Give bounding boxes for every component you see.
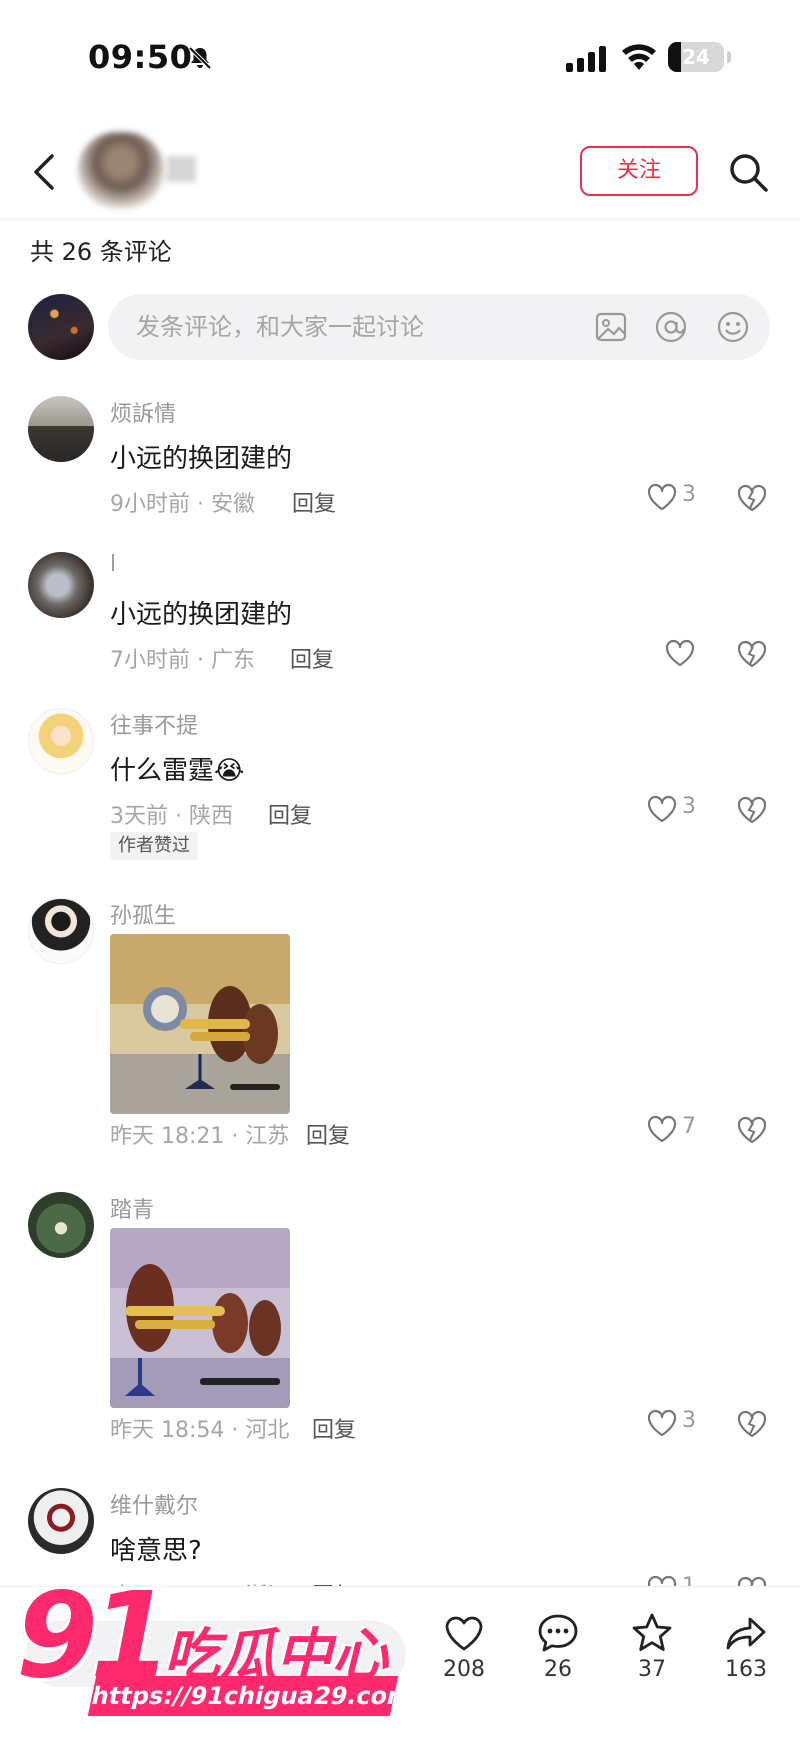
like-count: 3 (682, 794, 696, 819)
comment-bubble-icon (538, 1614, 578, 1652)
comment-text: 什么雷霆😭 (110, 756, 245, 786)
top-nav: 关注 (0, 120, 800, 220)
like-post-button[interactable]: 208 (424, 1611, 504, 1682)
battery-level: 24 (682, 45, 710, 69)
broken-heart-icon[interactable] (736, 1114, 768, 1146)
comment-text: 啥意思? (110, 1536, 202, 1566)
commenter-name[interactable]: 孙孤生 (110, 898, 176, 930)
heart-icon (647, 1409, 677, 1437)
follow-button[interactable]: 关注 (580, 146, 698, 196)
commenter-avatar[interactable] (28, 396, 94, 462)
cartoon-orchestra-image (110, 1228, 290, 1408)
like-count: 7 (682, 1114, 696, 1139)
commenter-name[interactable]: 踏青 (110, 1192, 154, 1224)
author-liked-badge: 作者赞过 (110, 832, 198, 860)
battery-tip (727, 51, 731, 63)
heart-icon (665, 639, 695, 667)
favorite-post-button[interactable]: 37 (612, 1611, 692, 1682)
commenter-avatar[interactable] (28, 898, 94, 964)
like-count: 3 (682, 1408, 696, 1433)
heart-icon (445, 1616, 483, 1651)
comment-text: 小远的换团建的 (110, 600, 293, 630)
comment-meta: 9小时前 · 安徽 (110, 492, 255, 517)
like-count: 3 (682, 482, 696, 507)
current-user-avatar (28, 294, 94, 360)
reply-button[interactable]: 回复 (292, 486, 336, 518)
comment-text: 小远的换团建的 (110, 444, 293, 474)
comment-meta: 3天前 · 陕西 (110, 804, 233, 829)
status-bar: 09:50 24 (0, 0, 800, 110)
commenter-avatar[interactable] (28, 552, 94, 618)
like-button[interactable]: 7 (646, 1112, 716, 1148)
wifi-icon (622, 44, 656, 70)
cartoon-orchestra-image (110, 934, 290, 1114)
favorite-count: 37 (638, 1657, 666, 1682)
author-avatar[interactable] (78, 132, 164, 208)
reply-button[interactable]: 回复 (306, 1118, 350, 1150)
commenter-avatar[interactable] (28, 1488, 94, 1554)
comment-post-button[interactable]: 26 (518, 1611, 598, 1682)
reply-button[interactable]: 回复 (312, 1412, 356, 1444)
search-icon[interactable] (726, 150, 770, 194)
watermark-url: https://91chigua29.com (87, 1676, 415, 1716)
share-count: 163 (725, 1657, 767, 1682)
heart-icon (647, 483, 677, 511)
broken-heart-icon[interactable] (736, 1408, 768, 1440)
comment-meta: 昨天 18:21 · 江苏 (110, 1124, 290, 1149)
like-button[interactable] (664, 636, 734, 672)
broken-heart-icon[interactable] (736, 794, 768, 826)
author-name[interactable] (166, 156, 196, 182)
commenter-name[interactable]: 烦訴情 (110, 396, 176, 428)
like-button[interactable]: 3 (646, 480, 716, 516)
bell-muted-icon (188, 46, 212, 70)
share-post-button[interactable]: 163 (706, 1611, 786, 1682)
comment-image[interactable] (110, 1228, 290, 1408)
broken-heart-icon[interactable] (736, 482, 768, 514)
cellular-signal-icon (566, 46, 606, 72)
like-button[interactable]: 3 (646, 792, 716, 828)
commenter-name[interactable]: 往事不提 (110, 708, 198, 740)
comment-image[interactable] (110, 934, 290, 1114)
like-button[interactable]: 3 (646, 1406, 716, 1442)
heart-icon (647, 795, 677, 823)
image-icon[interactable] (594, 310, 628, 344)
commenter-avatar[interactable] (28, 1192, 94, 1258)
mention-icon[interactable] (654, 310, 688, 344)
comment-count: 26 (544, 1657, 572, 1682)
comment-meta: 7小时前 · 广东 (110, 648, 255, 673)
back-icon[interactable] (30, 152, 58, 192)
comment-meta: 昨天 18:54 · 河北 (110, 1418, 290, 1443)
comment-count-title: 共 26 条评论 (30, 238, 172, 266)
status-time: 09:50 (88, 38, 193, 76)
emoji-icon[interactable] (716, 310, 750, 344)
share-arrow-icon (726, 1617, 766, 1650)
commenter-name[interactable]: 维什戴尔 (110, 1488, 198, 1520)
broken-heart-icon[interactable] (736, 638, 768, 670)
commenter-name[interactable]: l (110, 552, 116, 577)
like-count: 208 (443, 1657, 485, 1682)
commenter-avatar[interactable] (28, 708, 94, 774)
reply-button[interactable]: 回复 (290, 642, 334, 674)
star-icon (632, 1613, 672, 1651)
heart-icon (647, 1115, 677, 1143)
battery-indicator: 24 (668, 42, 724, 72)
reply-button[interactable]: 回复 (268, 798, 312, 830)
